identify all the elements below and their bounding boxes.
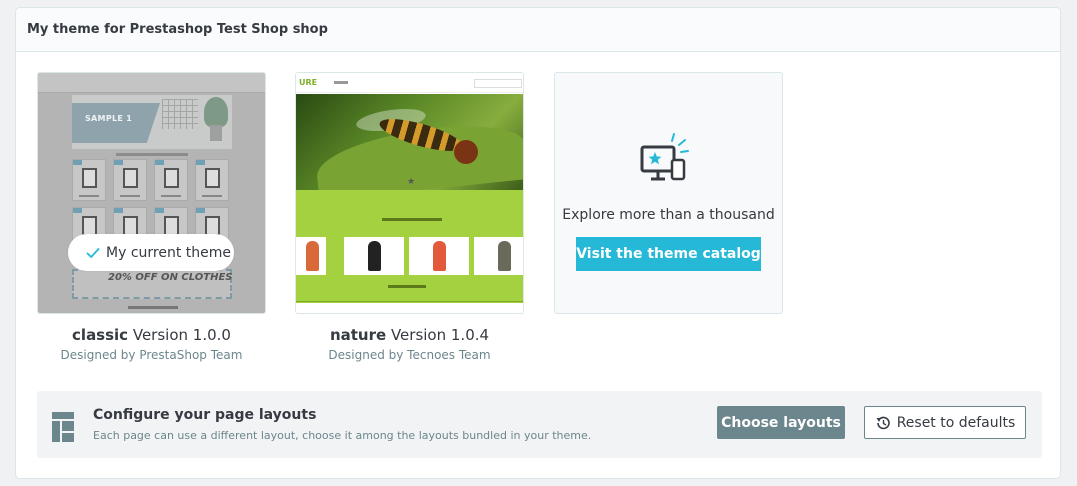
- theme-title-nature: nature Version 1.0.4: [295, 326, 524, 344]
- classic-preview-hero-text: SAMPLE 1: [85, 114, 133, 123]
- monitor-phone-star-icon: [640, 133, 689, 181]
- theme-card-nature[interactable]: URE ★: [295, 72, 524, 314]
- theme-name-nature: nature: [329, 326, 387, 344]
- classic-preview-image: SAMPLE 1 20% OFF ON CLOTHES: [38, 73, 265, 313]
- theme-version-nature: Version 1.0.4: [390, 326, 490, 344]
- classic-preview-sale-text: 20% OFF ON CLOTHES: [108, 272, 233, 283]
- panel-title: My theme for Prestashop Test Shop shop: [16, 8, 1060, 52]
- reset-to-defaults-button[interactable]: Reset to defaults: [864, 406, 1026, 439]
- layout-grid-icon: [52, 412, 74, 442]
- layouts-title: Configure your page layouts: [93, 407, 317, 423]
- reset-to-defaults-label: Reset to defaults: [896, 414, 1016, 431]
- layouts-description: Each page can use a different layout, ch…: [93, 429, 592, 442]
- catalog-text: Explore more than a thousand themes: [562, 207, 775, 223]
- restore-icon: [876, 416, 890, 429]
- theme-name-classic: classic: [72, 326, 129, 344]
- current-theme-badge: My current theme: [68, 234, 234, 271]
- theme-version-classic: Version 1.0.0: [132, 326, 231, 344]
- theme-panel: My theme for Prestashop Test Shop shop S…: [15, 7, 1061, 479]
- theme-author-nature: Designed by Tecnoes Team: [328, 348, 491, 362]
- page-layouts-section: Configure your page layouts Each page ca…: [37, 391, 1042, 458]
- theme-title-classic: classic Version 1.0.0: [37, 326, 266, 344]
- theme-author-classic: Designed by PrestaShop Team: [60, 348, 243, 362]
- visit-theme-catalog-button[interactable]: Visit the theme catalog: [576, 237, 761, 271]
- check-icon: [86, 247, 100, 258]
- theme-card-classic[interactable]: SAMPLE 1 20% OFF ON CLOTHES My current t…: [37, 72, 266, 314]
- current-theme-label: My current theme: [106, 244, 231, 261]
- theme-catalog-card: Explore more than a thousand themes Visi…: [554, 72, 783, 314]
- choose-layouts-button[interactable]: Choose layouts: [717, 406, 845, 439]
